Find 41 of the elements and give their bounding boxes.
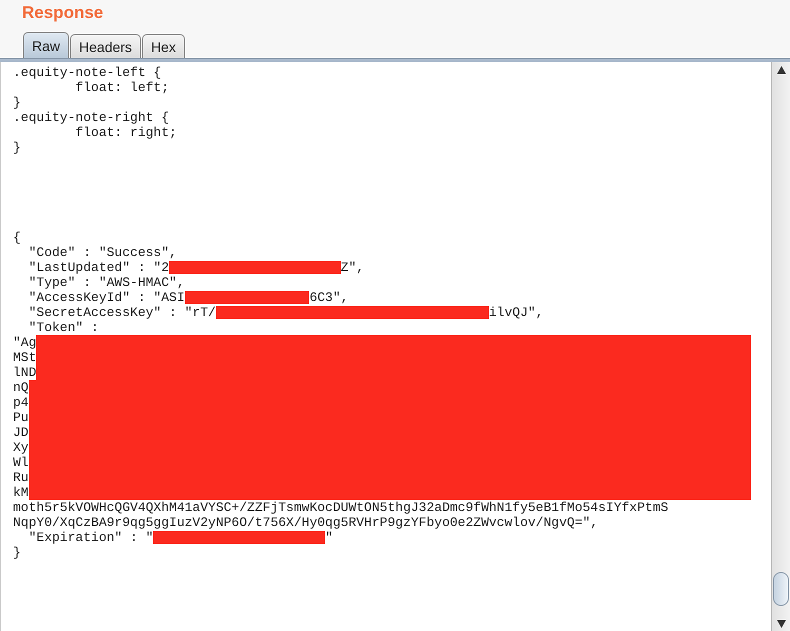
code-text: Z",	[340, 260, 364, 275]
code-text: "Type" : "AWS-HMAC",	[28, 275, 185, 290]
code-text: }	[13, 545, 21, 560]
code-text: Ru	[13, 470, 29, 485]
code-text: "Code" : "Success",	[28, 245, 177, 260]
code-text: moth5r5kVOWHcQGV4QXhM41aVYSC+/ZZFjTsmwKocDUWtON5thgJ32aDmc9fWhN1fy5eB1fMo54sIYfxPtmS	[13, 500, 668, 515]
code-text: Wl	[13, 455, 29, 470]
code-text: MSt	[13, 350, 36, 365]
code-text: "Token" :	[28, 320, 99, 335]
code-text: }	[13, 140, 21, 155]
code-text: lND	[13, 365, 36, 380]
code-text: "Expiration" : "	[28, 530, 154, 545]
code-text: }	[13, 95, 21, 110]
code-text: "AccessKeyId" : "ASI	[28, 290, 185, 305]
code-text: 6C3",	[309, 290, 348, 305]
code-text: NqpY0/XqCzBA9r9qg5ggIuzV2yNP6O/t756X/Hy0qg5RVHrP9gzYFbyo0e2ZWvcwlov/NgvQ=",	[13, 515, 598, 530]
tab[interactable]: Raw	[23, 32, 70, 58]
code-text: nQ	[13, 380, 29, 395]
scroll-down-icon[interactable]	[776, 620, 786, 628]
code-text: "Ag	[13, 335, 36, 350]
code-text: JD	[13, 425, 29, 440]
code-text: float: left;	[74, 80, 170, 95]
code-text: Xy	[13, 440, 29, 455]
code-text: "SecretAccessKey" : "rT/	[28, 305, 216, 320]
code-text: p4	[13, 395, 29, 410]
tab[interactable]: Headers	[70, 34, 141, 58]
scroll-up-icon[interactable]	[776, 66, 786, 74]
panel-title: Response	[21, 2, 104, 24]
code-text: Pu	[13, 410, 29, 425]
code-text: "	[325, 530, 333, 545]
scrollbar[interactable]	[771, 62, 790, 631]
code-text: "LastUpdated" : "2	[28, 260, 170, 275]
code-text: {	[13, 230, 21, 245]
code-text: .equity-note-right {	[13, 110, 170, 125]
tab[interactable]: Hex	[142, 34, 185, 58]
code-text: float: right;	[74, 125, 177, 140]
scroll-thumb[interactable]	[773, 572, 789, 606]
code-text: kM	[13, 485, 29, 500]
code-text: .equity-note-left {	[13, 65, 162, 80]
code-text: ilvQJ",	[488, 305, 544, 320]
response-text-area[interactable]	[0, 62, 771, 631]
